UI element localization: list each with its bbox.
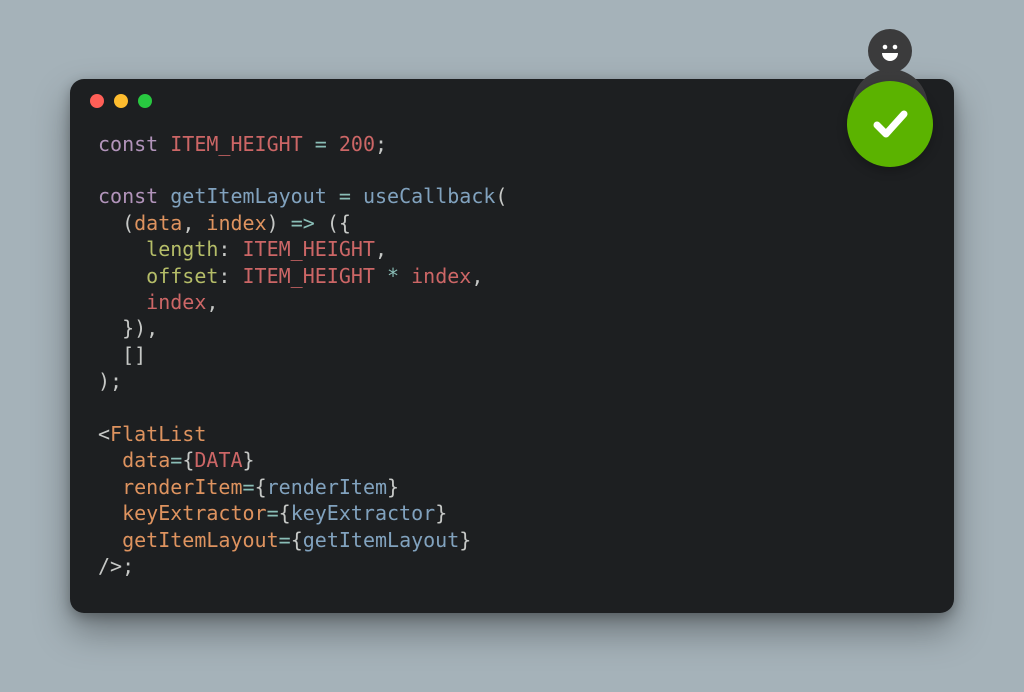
code-token xyxy=(315,211,327,235)
code-token: offset xyxy=(146,264,218,288)
code-token: * xyxy=(387,264,399,288)
code-token: /> xyxy=(98,554,122,578)
code-token: const xyxy=(98,184,158,208)
code-token: }), xyxy=(122,316,158,340)
code-token: data xyxy=(134,211,182,235)
code-token: keyExtractor xyxy=(291,501,436,525)
code-token xyxy=(98,475,122,499)
code-token: keyExtractor xyxy=(122,501,267,525)
code-token: DATA xyxy=(194,448,242,472)
window-zoom-button[interactable] xyxy=(138,94,152,108)
window-close-button[interactable] xyxy=(90,94,104,108)
code-token: { xyxy=(291,528,303,552)
code-token: getItemLayout xyxy=(303,528,460,552)
code-token: { xyxy=(279,501,291,525)
code-token xyxy=(303,132,315,156)
code-token xyxy=(98,264,146,288)
code-token: renderItem xyxy=(122,475,242,499)
code-token xyxy=(327,184,339,208)
code-token: ); xyxy=(98,369,122,393)
code-token: ITEM_HEIGHT xyxy=(243,237,375,261)
code-token: { xyxy=(182,448,194,472)
code-token: [] xyxy=(122,343,146,367)
code-token: = xyxy=(170,448,182,472)
code-token: } xyxy=(459,528,471,552)
code-token xyxy=(98,528,122,552)
code-token: const xyxy=(98,132,158,156)
code-token: = xyxy=(279,528,291,552)
code-token: renderItem xyxy=(267,475,387,499)
code-token xyxy=(98,290,146,314)
code-token xyxy=(158,132,170,156)
code-editor-window: const ITEM_HEIGHT = 200; const getItemLa… xyxy=(70,79,954,614)
code-token: => xyxy=(291,211,315,235)
code-token xyxy=(98,501,122,525)
avatar-badge-group xyxy=(840,29,940,179)
code-token xyxy=(230,264,242,288)
code-token: , xyxy=(471,264,483,288)
code-token xyxy=(375,264,387,288)
code-token: ; xyxy=(122,554,134,578)
code-token: = xyxy=(315,132,327,156)
code-token xyxy=(279,211,291,235)
code-token xyxy=(327,132,339,156)
code-token: ITEM_HEIGHT xyxy=(243,264,375,288)
code-token: } xyxy=(387,475,399,499)
code-token xyxy=(98,448,122,472)
code-token: ; xyxy=(375,132,387,156)
code-token: = xyxy=(339,184,351,208)
code-token: index xyxy=(411,264,471,288)
code-token xyxy=(98,343,122,367)
code-token: ITEM_HEIGHT xyxy=(170,132,302,156)
code-token: FlatList xyxy=(110,422,206,446)
code-token: = xyxy=(267,501,279,525)
code-token: ( xyxy=(495,184,507,208)
code-token: < xyxy=(98,422,110,446)
code-token: index xyxy=(146,290,206,314)
code-token: , xyxy=(375,237,387,261)
code-token: , xyxy=(206,290,218,314)
code-token: useCallback xyxy=(363,184,495,208)
success-checkmark-icon xyxy=(847,81,933,167)
code-token: data xyxy=(122,448,170,472)
code-content: const ITEM_HEIGHT = 200; const getItemLa… xyxy=(70,123,954,590)
window-minimize-button[interactable] xyxy=(114,94,128,108)
code-token xyxy=(98,211,122,235)
smile-face-icon xyxy=(868,29,912,73)
code-token: } xyxy=(435,501,447,525)
code-token xyxy=(158,184,170,208)
code-token: } xyxy=(243,448,255,472)
code-token: : xyxy=(218,237,230,261)
code-token: : xyxy=(218,264,230,288)
code-token xyxy=(230,237,242,261)
editor-stage: const ITEM_HEIGHT = 200; const getItemLa… xyxy=(70,79,954,614)
code-token: ) xyxy=(267,211,279,235)
code-token: = xyxy=(243,475,255,499)
code-token xyxy=(194,211,206,235)
code-token xyxy=(98,316,122,340)
window-titlebar xyxy=(70,79,954,123)
code-token: getItemLayout xyxy=(122,528,279,552)
code-token: ({ xyxy=(327,211,351,235)
code-token: 200 xyxy=(339,132,375,156)
code-token: index xyxy=(206,211,266,235)
code-token: getItemLayout xyxy=(170,184,327,208)
code-token: ( xyxy=(122,211,134,235)
code-token: , xyxy=(182,211,194,235)
code-token xyxy=(98,237,146,261)
code-token: length xyxy=(146,237,218,261)
code-token: { xyxy=(255,475,267,499)
code-token xyxy=(399,264,411,288)
code-token xyxy=(351,184,363,208)
